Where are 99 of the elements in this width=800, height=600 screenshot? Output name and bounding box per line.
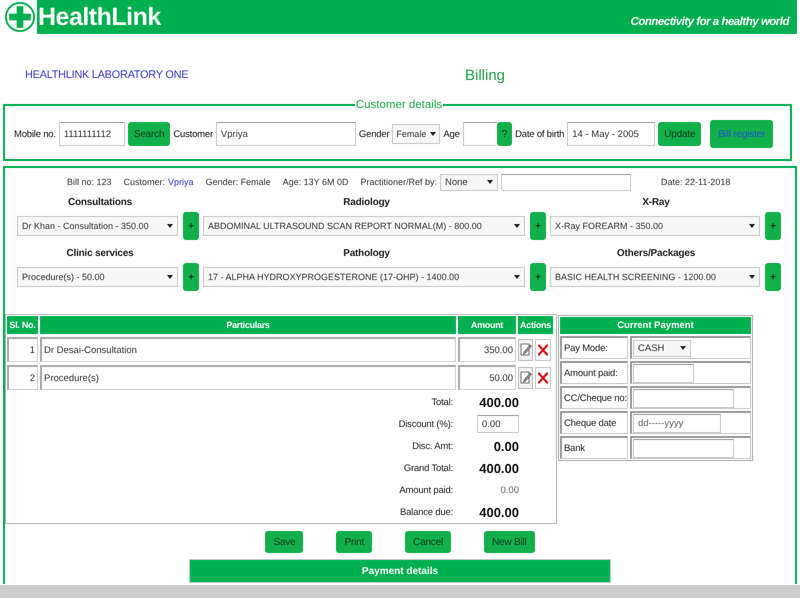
cancel-button[interactable]: Cancel — [405, 531, 451, 553]
caret-icon — [749, 224, 755, 228]
organization-name: HEALTHLINK LABORATORY ONE — [25, 69, 188, 81]
customer-input[interactable]: Vpriya — [216, 122, 356, 146]
caret-icon — [749, 275, 755, 279]
customer-name: Vpriya — [168, 177, 194, 187]
add-button[interactable]: + — [765, 212, 781, 240]
service-select[interactable]: Dr Khan - Consultation - 350.00 — [17, 216, 178, 236]
birth-date-label: Date of birth — [515, 128, 564, 140]
delete-icon[interactable] — [535, 338, 551, 360]
total-value: 400.00 — [479, 394, 519, 410]
age-info: Age: 13Y 6M 0D — [282, 177, 348, 187]
add-button[interactable]: + — [765, 263, 781, 291]
service-heading: Others/Packages — [616, 247, 696, 261]
particulars-cell: Procedure(s) — [40, 365, 456, 390]
bill-register-button[interactable]: Bill register — [710, 120, 774, 148]
total-value: 0.00 — [500, 484, 519, 496]
edit-icon[interactable] — [518, 366, 533, 388]
add-button[interactable]: + — [530, 212, 546, 240]
cross-logo-icon — [5, 2, 35, 32]
service-select[interactable]: ABDOMINAL ULTRASOUND SCAN REPORT NORMAL(M) - 800.00 — [203, 216, 525, 236]
gender-label: Gender — [358, 128, 390, 140]
total-label: Discount (%): — [398, 418, 454, 430]
payment-field-label: Amount paid: — [560, 361, 628, 384]
service-heading: Pathology — [343, 247, 390, 261]
payment-details-bar[interactable]: Payment details — [189, 559, 611, 583]
bill-number: Bill no: 123 — [67, 177, 112, 187]
payment-input[interactable] — [633, 364, 694, 382]
service-heading: X-Ray — [642, 196, 670, 210]
total-label: Amount paid: — [399, 484, 454, 496]
payment-field-label: Pay Mode: — [560, 336, 628, 359]
service-heading: Radiology — [343, 196, 390, 210]
column-header: Actions — [518, 316, 553, 334]
payment-field-label: Cheque date — [560, 411, 628, 434]
total-value: 0.00 — [494, 438, 519, 454]
particulars-cell: Dr Desai-Consultation — [40, 337, 456, 362]
practitioner-select[interactable]: None — [440, 174, 498, 190]
caret-icon — [167, 224, 173, 228]
add-button[interactable]: + — [183, 212, 199, 240]
total-label: Total: — [431, 396, 454, 408]
update-button[interactable]: Update — [658, 122, 702, 146]
mobile-label: Mobile no. — [14, 128, 56, 140]
caret-icon — [680, 346, 686, 350]
bill-date: Date: 22-11-2018 — [661, 177, 730, 187]
mobile-input[interactable]: 1111111112 — [58, 122, 125, 146]
birth-date-input[interactable]: 14 - May - 2005 — [567, 122, 656, 146]
amount-cell: 350.00 — [458, 337, 516, 362]
edit-icon[interactable] — [518, 338, 533, 360]
caret-icon — [514, 275, 520, 279]
practitioner-label: Practitioner/Ref by: — [360, 177, 437, 187]
add-button[interactable]: + — [183, 263, 199, 291]
gender-info: Gender: Female — [206, 177, 271, 187]
reference-input[interactable] — [501, 174, 631, 190]
horizontal-scrollbar[interactable] — [0, 585, 800, 598]
customer-details-title: Customer details — [354, 99, 444, 111]
pay-mode-select[interactable]: CASH — [633, 340, 691, 356]
caret-icon — [514, 224, 520, 228]
service-select[interactable]: 17 - ALPHA HYDROXYPROGESTERONE (17-OHP) - 1400.00 — [203, 267, 525, 287]
total-label: Balance due: — [400, 506, 454, 518]
serial-number-cell: 2 — [7, 365, 38, 390]
amount-cell: 50.00 — [458, 365, 516, 390]
column-header: Particulars — [40, 316, 456, 334]
total-label: Grand Total: — [404, 462, 454, 474]
discount-input[interactable]: 0.00 — [477, 415, 519, 433]
tagline: Connectivity for a healthy world — [630, 16, 789, 28]
service-select[interactable]: Procedure(s) - 50.00 — [17, 267, 178, 287]
delete-icon[interactable] — [535, 366, 551, 388]
add-button[interactable]: + — [530, 263, 546, 291]
column-header: Amount — [458, 316, 516, 334]
date-input[interactable]: dd-----yyyy — [633, 414, 721, 432]
page-title: Billing — [465, 66, 506, 84]
brand-name: HealthLink — [38, 2, 161, 32]
current-payment-header: Current Payment — [560, 317, 751, 334]
print-button[interactable]: Print — [336, 531, 372, 553]
total-value: 400.00 — [479, 460, 519, 476]
payment-field-label: CC/Cheque no: — [560, 386, 628, 409]
age-label: Age — [443, 128, 460, 140]
serial-number-cell: 1 — [7, 337, 38, 362]
age-input[interactable] — [462, 122, 497, 146]
service-select[interactable]: X-Ray FOREARM - 350.00 — [550, 216, 760, 236]
new-bill-button[interactable]: New Bill — [484, 531, 535, 553]
total-label: Disc. Amt: — [412, 440, 454, 452]
column-header: Sl. No. — [7, 316, 38, 334]
help-button[interactable]: ? — [496, 122, 512, 146]
total-value: 400.00 — [479, 504, 519, 520]
caret-icon — [430, 132, 436, 136]
payment-input[interactable] — [633, 388, 734, 408]
payment-input[interactable] — [633, 438, 734, 458]
service-heading: Clinic services — [66, 247, 134, 261]
search-button[interactable]: Search — [128, 122, 170, 146]
customer-label: Customer — [173, 128, 213, 140]
customer-label: Customer: — [124, 177, 166, 187]
caret-icon — [167, 275, 173, 279]
service-select[interactable]: BASIC HEALTH SCREENING - 1200.00 — [550, 267, 760, 287]
gender-select[interactable]: Female — [392, 124, 440, 144]
payment-field-label: Bank — [560, 436, 628, 459]
service-heading: Consultations — [68, 196, 132, 210]
caret-icon — [487, 180, 493, 184]
save-button[interactable]: Save — [265, 531, 304, 553]
